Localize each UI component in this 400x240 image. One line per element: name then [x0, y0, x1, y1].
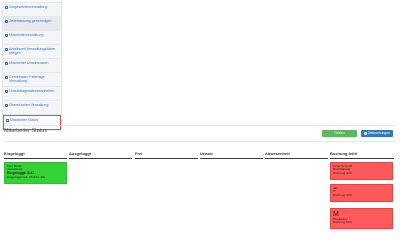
clock-icon: [5, 103, 8, 107]
sidebar-item-mitarbeiterverwaltung[interactable]: Mitarbeiterverwaltung: [3, 31, 61, 45]
employee-note: Buchung fehlt: [333, 193, 352, 198]
calendar-icon: [5, 47, 8, 51]
column-header-buchung-fehlt: Buchung fehlt: [330, 151, 394, 159]
employee-note: Buchung fehlt: [333, 220, 352, 225]
sidebar-item-label: Mitarbeiter Status: [10, 118, 39, 122]
employee-card-logged-in[interactable]: Max Müller Verwaltung Eingeloggt: 8:41 E…: [4, 162, 67, 184]
column-header-frei: Frei: [135, 151, 198, 159]
refresh-button[interactable]: Fehlen aktualisieren: [322, 130, 357, 142]
employee-login-duration: Eingeloggt seit: 2h 33m 43s: [7, 175, 46, 180]
column-header-ausgeloggt: Ausgeloggt: [69, 151, 132, 159]
page-title: Mitarbeiter Status: [4, 128, 48, 134]
employee-card-missing[interactable]: Jan IT Buchung fehlt: [330, 184, 393, 202]
sidebar-item-abwesenheiten[interactable]: Urlaubstagesabwesenheiten: [3, 87, 61, 101]
header-divider: [4, 141, 396, 142]
calendar-icon: [5, 89, 8, 93]
sidebar-item-urlaubsdaten[interactable]: Mitarbeiter Urlaubsdaten: [3, 59, 61, 73]
sidebar-item-label: Mitarbeiter Urlaubsdaten: [9, 61, 49, 65]
calendar-icon: [5, 61, 8, 65]
plus-icon: +: [364, 131, 367, 135]
employee-note: Buchung fehlt: [333, 171, 352, 176]
edit-icon: [5, 33, 8, 37]
sidebar-item-label: Zeiterfassung genehmigen: [9, 19, 52, 23]
add-booking-button[interactable]: + Zeitbuchungen: [361, 130, 393, 137]
sidebar-item-label: Arbeitszeit Verwaltungsdaten pflegen: [9, 47, 56, 56]
add-booking-label: Zeitbuchungen: [367, 131, 390, 135]
sidebar-item-zeiterfassung-genehmigen[interactable]: Zeiterfassung genehmigen: [3, 17, 61, 31]
column-header-urlaub: Urlaub: [200, 151, 263, 159]
section-divider: [4, 125, 396, 126]
column-header-abwesenheit: Abwesenheit: [265, 151, 328, 159]
sidebar-item-label: Gemeinsam Feiertage Verwaltung: [9, 75, 45, 84]
sidebar-item-ueberstunden[interactable]: Überstunden Verwaltung: [3, 101, 61, 115]
column-header-eingeloggt: Eingeloggt: [4, 151, 67, 159]
employee-card-missing[interactable]: M Produktion Buchung fehlt: [330, 208, 393, 229]
sidebar-item-label: Vorgesetztenverwaltung: [9, 5, 48, 9]
sidebar-menu: Vorgesetztenverwaltung Zeiterfassung gen…: [2, 2, 62, 131]
user-icon: [6, 118, 9, 122]
sidebar-item-label: Mitarbeiterverwaltung: [9, 33, 44, 37]
sidebar-item-label: Überstunden Verwaltung: [9, 103, 49, 107]
sidebar-item-vorgesetztenverwaltung[interactable]: Vorgesetztenverwaltung: [3, 3, 61, 17]
sidebar-item-arbeitszeit[interactable]: Arbeitszeit Verwaltungsdaten pflegen: [3, 45, 61, 59]
sidebar-item-label: Urlaubstagesabwesenheiten: [9, 89, 55, 93]
employee-card-missing[interactable]: Anna Schmidt Buchhaltung Buchung fehlt: [330, 162, 393, 180]
sidebar-item-feiertage[interactable]: Gemeinsam Feiertage Verwaltung: [3, 73, 61, 87]
edit-icon: [5, 19, 8, 23]
edit-icon: [5, 5, 8, 9]
calendar-icon: [5, 75, 8, 79]
